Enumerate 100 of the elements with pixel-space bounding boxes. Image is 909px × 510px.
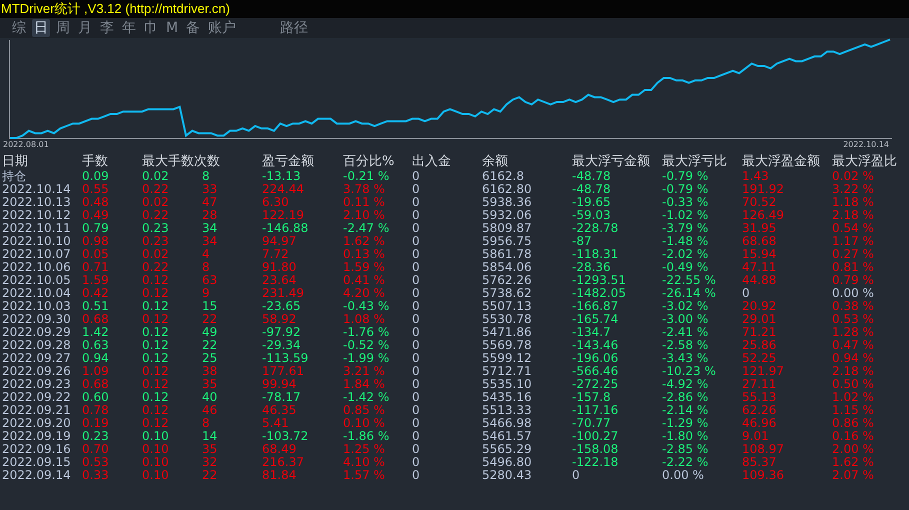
- table-cell-text: 0.50 %: [832, 378, 875, 391]
- table-cell-text: 0.60: [82, 391, 110, 404]
- table-cell-text: 44.88: [742, 274, 778, 287]
- table-cell-text: 0.16 %: [832, 430, 875, 443]
- table-cell-text: 1.59 %: [343, 261, 386, 274]
- column-header: 手数: [82, 154, 109, 170]
- table-cell-text: 1.09: [82, 365, 110, 378]
- table-cell-text: 216.37: [262, 456, 305, 469]
- table-cell-text: -1482.05: [572, 287, 627, 300]
- table-cell-text: 0: [412, 365, 421, 378]
- table-cell-text: -100.27: [572, 430, 620, 443]
- tab[interactable]: 李: [98, 19, 116, 37]
- table-cell-text: 40: [202, 391, 218, 404]
- table-cell-text: 0: [412, 222, 421, 235]
- tab[interactable]: 综: [10, 19, 28, 37]
- tab[interactable]: 日: [32, 19, 50, 37]
- table-cell-text: -158.08: [572, 443, 620, 456]
- table-cell-text: 0.10: [142, 456, 170, 469]
- table-cell-text: 5471.86: [482, 326, 533, 339]
- table-cell-text: 0.22: [142, 261, 170, 274]
- table-cell-text: 0.23: [142, 222, 170, 235]
- table-cell-text: 0: [412, 378, 421, 391]
- table-cell-text: 0.05: [82, 248, 110, 261]
- table-cell-text: 20.92: [742, 300, 778, 313]
- column-header: 出入金: [412, 154, 452, 170]
- tab[interactable]: 月: [76, 19, 94, 37]
- table-cell-text: 4.10 %: [343, 456, 386, 469]
- table-cell-text: 62.26: [742, 404, 778, 417]
- table-cell-text: 2.00 %: [832, 443, 875, 456]
- table-cell-text: 0: [412, 469, 421, 482]
- table-cell-text: -2.41 %: [662, 326, 710, 339]
- table-cell-text: 5569.78: [482, 339, 533, 352]
- tab[interactable]: 路径: [278, 19, 310, 37]
- table-cell-text: 2022.09.19: [2, 430, 72, 443]
- table-cell-text: 2022.09.23: [2, 378, 72, 391]
- table-cell-text: 0.54 %: [832, 222, 875, 235]
- table-cell-text: 0: [412, 313, 421, 326]
- table-cell-text: 0: [412, 404, 421, 417]
- table-cell-text: 108.97: [742, 443, 785, 456]
- table-cell-text: -134.7: [572, 326, 612, 339]
- table-cell-text: 22: [202, 339, 218, 352]
- table-cell-text: 49: [202, 326, 218, 339]
- table-cell-text: 55.13: [742, 391, 778, 404]
- tab[interactable]: 账户: [206, 19, 238, 37]
- tab[interactable]: 备: [184, 19, 202, 37]
- tab[interactable]: 巾: [142, 19, 160, 37]
- table-cell-text: 2.10 %: [343, 209, 386, 222]
- table-cell-text: 0.02 %: [832, 170, 875, 183]
- table-cell-text: 1.28 %: [832, 326, 875, 339]
- table-cell-text: 32: [202, 456, 218, 469]
- table-cell-text: 1.43: [742, 170, 770, 183]
- table-cell-text: 29.01: [742, 313, 778, 326]
- table-cell-text: 85.37: [742, 456, 778, 469]
- table-cell-text: 2022.10.04: [2, 287, 72, 300]
- tab[interactable]: 年: [120, 19, 138, 37]
- table-cell-text: 191.92: [742, 183, 785, 196]
- table-cell-text: 0: [742, 287, 751, 300]
- table-cell-text: -1.48 %: [662, 235, 710, 248]
- table-cell-text: 0: [412, 196, 421, 209]
- table-cell-text: 224.44: [262, 183, 305, 196]
- table-cell-text: 0.98: [82, 235, 110, 248]
- table-cell-text: -48.78: [572, 170, 612, 183]
- table-cell-text: 15.94: [742, 248, 778, 261]
- tab[interactable]: 周: [54, 19, 72, 37]
- table-cell-text: -0.33 %: [662, 196, 710, 209]
- table-cell-text: 2022.09.16: [2, 443, 72, 456]
- table-cell-text: -0.79 %: [662, 183, 710, 196]
- table-cell-text: 0.12: [142, 352, 170, 365]
- table-cell-text: 5530.78: [482, 313, 533, 326]
- table-cell-text: 0.12: [142, 378, 170, 391]
- table-cell-text: -3.43 %: [662, 352, 710, 365]
- table-cell-text: 6.30: [262, 196, 290, 209]
- tab[interactable]: M: [164, 19, 180, 37]
- table-cell-text: 5809.87: [482, 222, 533, 235]
- table-cell-text: 0: [412, 248, 421, 261]
- table-cell-text: -28.36: [572, 261, 612, 274]
- table-cell-text: 33: [202, 183, 218, 196]
- table-cell-text: -0.49 %: [662, 261, 710, 274]
- table-cell-text: -22.55 %: [662, 274, 717, 287]
- table-cell-text: 1.62 %: [832, 456, 875, 469]
- table-cell-text: -1.86 %: [343, 430, 390, 443]
- table-cell-text: 68.68: [742, 235, 778, 248]
- table-cell-text: 121.97: [742, 365, 785, 378]
- table-cell-text: 126.49: [742, 209, 785, 222]
- table-cell-text: 2022.10.11: [2, 222, 72, 235]
- table-cell-text: 4.20 %: [343, 287, 386, 300]
- table-cell-text: 2022.10.05: [2, 274, 72, 287]
- table-cell-text: 0.00 %: [832, 287, 875, 300]
- table-cell-text: -0.79 %: [662, 170, 710, 183]
- table-cell-text: 35: [202, 378, 218, 391]
- table-cell-text: 0: [412, 443, 421, 456]
- table-cell-text: 0.12: [142, 326, 170, 339]
- table-cell-text: 91.80: [262, 261, 298, 274]
- table-cell-text: 0.79 %: [832, 274, 875, 287]
- table-cell-text: 177.61: [262, 365, 305, 378]
- table-cell-text: 58.92: [262, 313, 298, 326]
- table-cell-text: -196.06: [572, 352, 620, 365]
- table-cell-text: 2022.09.21: [2, 404, 72, 417]
- table-cell-text: 6162.80: [482, 183, 533, 196]
- table-cell-text: -10.23 %: [662, 365, 717, 378]
